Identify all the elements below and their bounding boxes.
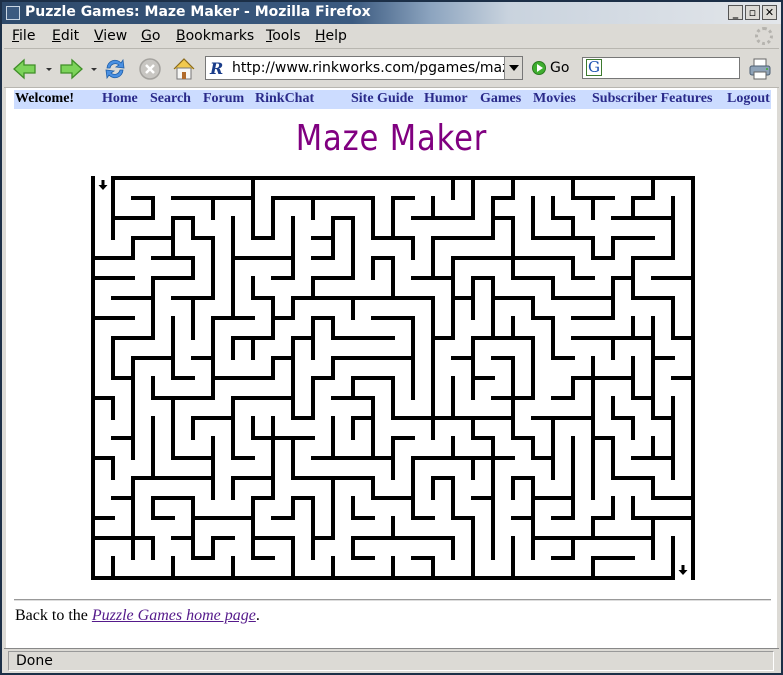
menu-view[interactable]: View: [94, 28, 127, 44]
search-engine-icon[interactable]: G: [586, 59, 602, 76]
back-link-line: Back to the Puzzle Games home page.: [15, 607, 260, 625]
home-icon[interactable]: [171, 56, 197, 82]
reload-icon[interactable]: [102, 56, 128, 82]
url-input[interactable]: http://www.rinkworks.com/pgames/maze: [232, 60, 504, 76]
page-content: Welcome! Home Search Forum RinkChat Site…: [6, 88, 777, 648]
navigation-toolbar: R http://www.rinkworks.com/pgames/maze G…: [4, 50, 779, 88]
go-arrow-icon: [532, 61, 546, 75]
forward-arrow-icon[interactable]: [58, 56, 84, 82]
minimize-button[interactable]: _: [728, 5, 743, 20]
nav-link-games[interactable]: Games: [480, 91, 521, 107]
site-favicon-icon: R: [210, 59, 224, 78]
throbber-icon: [755, 27, 773, 45]
nav-link-movies[interactable]: Movies: [533, 91, 576, 107]
page-title: Maze Maker: [295, 118, 488, 159]
horizontal-rule: [14, 599, 771, 601]
menu-bar: File Edit View Go Bookmarks Tools Help: [4, 24, 779, 49]
maze-entrance-arrow-icon: [98, 180, 108, 190]
url-history-dropdown[interactable]: [504, 57, 522, 79]
nav-link-site-guide[interactable]: Site Guide: [351, 91, 414, 107]
title-bar[interactable]: Puzzle Games: Maze Maker - Mozilla Firef…: [2, 2, 781, 24]
window-title: Puzzle Games: Maze Maker - Mozilla Firef…: [25, 4, 371, 20]
back-suffix-text: .: [255, 607, 260, 624]
maze: [91, 176, 695, 580]
close-button[interactable]: ✕: [762, 5, 777, 20]
puzzle-games-home-link[interactable]: Puzzle Games home page: [92, 607, 256, 624]
menu-file[interactable]: File: [12, 28, 35, 44]
window-menu-icon[interactable]: [6, 6, 20, 20]
browser-window: Puzzle Games: Maze Maker - Mozilla Firef…: [0, 0, 783, 675]
search-box[interactable]: G: [582, 57, 740, 79]
go-button[interactable]: Go: [532, 60, 569, 76]
nav-link-logout[interactable]: Logout: [727, 91, 770, 107]
nav-link-home[interactable]: Home: [102, 91, 138, 107]
menu-tools[interactable]: Tools: [266, 28, 301, 44]
menu-go[interactable]: Go: [141, 28, 160, 44]
back-history-dropdown[interactable]: [46, 68, 52, 71]
status-bar: Done: [4, 648, 779, 673]
nav-link-humor[interactable]: Humor: [424, 91, 468, 107]
maximize-button[interactable]: ▫: [745, 5, 760, 20]
back-arrow-icon[interactable]: [12, 56, 38, 82]
url-bar[interactable]: R http://www.rinkworks.com/pgames/maze: [205, 56, 523, 80]
nav-link-forum[interactable]: Forum: [203, 91, 244, 107]
back-prefix-text: Back to the: [15, 607, 92, 624]
site-navigation: Welcome! Home Search Forum RinkChat Site…: [14, 90, 771, 109]
menu-help[interactable]: Help: [315, 28, 347, 44]
go-label: Go: [550, 60, 570, 76]
stop-icon[interactable]: [137, 56, 163, 82]
status-text: Done: [8, 651, 774, 671]
maze-exit-arrow-icon: [678, 565, 688, 575]
print-icon[interactable]: [748, 57, 772, 81]
forward-history-dropdown[interactable]: [91, 68, 97, 71]
nav-link-subscriber-features[interactable]: Subscriber Features: [592, 91, 712, 107]
nav-link-search[interactable]: Search: [150, 91, 191, 107]
menu-bookmarks[interactable]: Bookmarks: [176, 28, 254, 44]
menu-edit[interactable]: Edit: [52, 28, 79, 44]
nav-link-rinkchat[interactable]: RinkChat: [255, 91, 314, 107]
welcome-text: Welcome!: [15, 91, 75, 106]
